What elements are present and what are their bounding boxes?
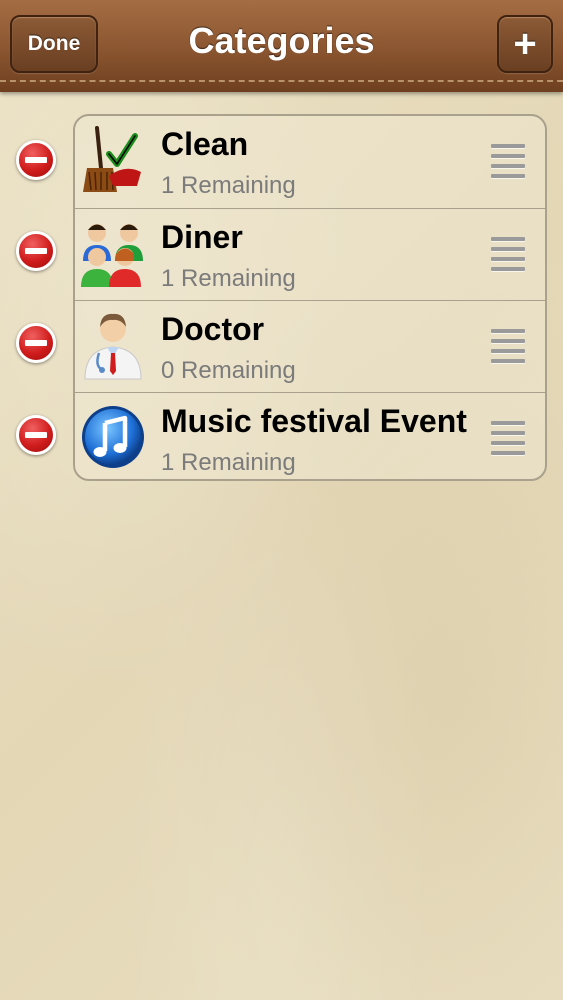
page-title: Categories	[188, 20, 375, 61]
category-remaining: 1 Remaining	[161, 449, 296, 476]
delete-clean-button[interactable]	[16, 140, 56, 180]
list-item[interactable]: Music festival Event 1 Remaining	[75, 392, 545, 479]
delete-doctor-button[interactable]	[16, 323, 56, 363]
list-item[interactable]: Diner 1 Remaining	[75, 208, 545, 300]
people-group-icon	[79, 217, 147, 289]
doctor-icon	[79, 309, 147, 381]
delete-music-festival-button[interactable]	[16, 415, 56, 455]
category-name: Clean	[161, 126, 249, 162]
nav-stitching	[0, 80, 563, 82]
category-remaining: 1 Remaining	[161, 265, 296, 292]
category-remaining: 1 Remaining	[161, 172, 296, 199]
reorder-handle-icon[interactable]	[491, 144, 525, 178]
category-name: Diner	[161, 219, 243, 255]
category-remaining: 0 Remaining	[161, 357, 296, 384]
music-note-icon	[79, 401, 147, 473]
add-category-button[interactable]: +	[497, 15, 553, 73]
category-list: Clean 1 Remaining Diner 1 Remaining Doct…	[73, 114, 547, 481]
reorder-handle-icon[interactable]	[491, 237, 525, 271]
list-item[interactable]: Doctor 0 Remaining	[75, 300, 545, 392]
navigation-bar: Done Categories +	[0, 0, 563, 92]
list-item[interactable]: Clean 1 Remaining	[75, 116, 545, 208]
category-name: Doctor	[161, 311, 265, 347]
broom-check-icon	[79, 124, 147, 196]
reorder-handle-icon[interactable]	[491, 329, 525, 363]
category-name: Music festival Event	[161, 403, 467, 439]
delete-diner-button[interactable]	[16, 231, 56, 271]
reorder-handle-icon[interactable]	[491, 421, 525, 455]
